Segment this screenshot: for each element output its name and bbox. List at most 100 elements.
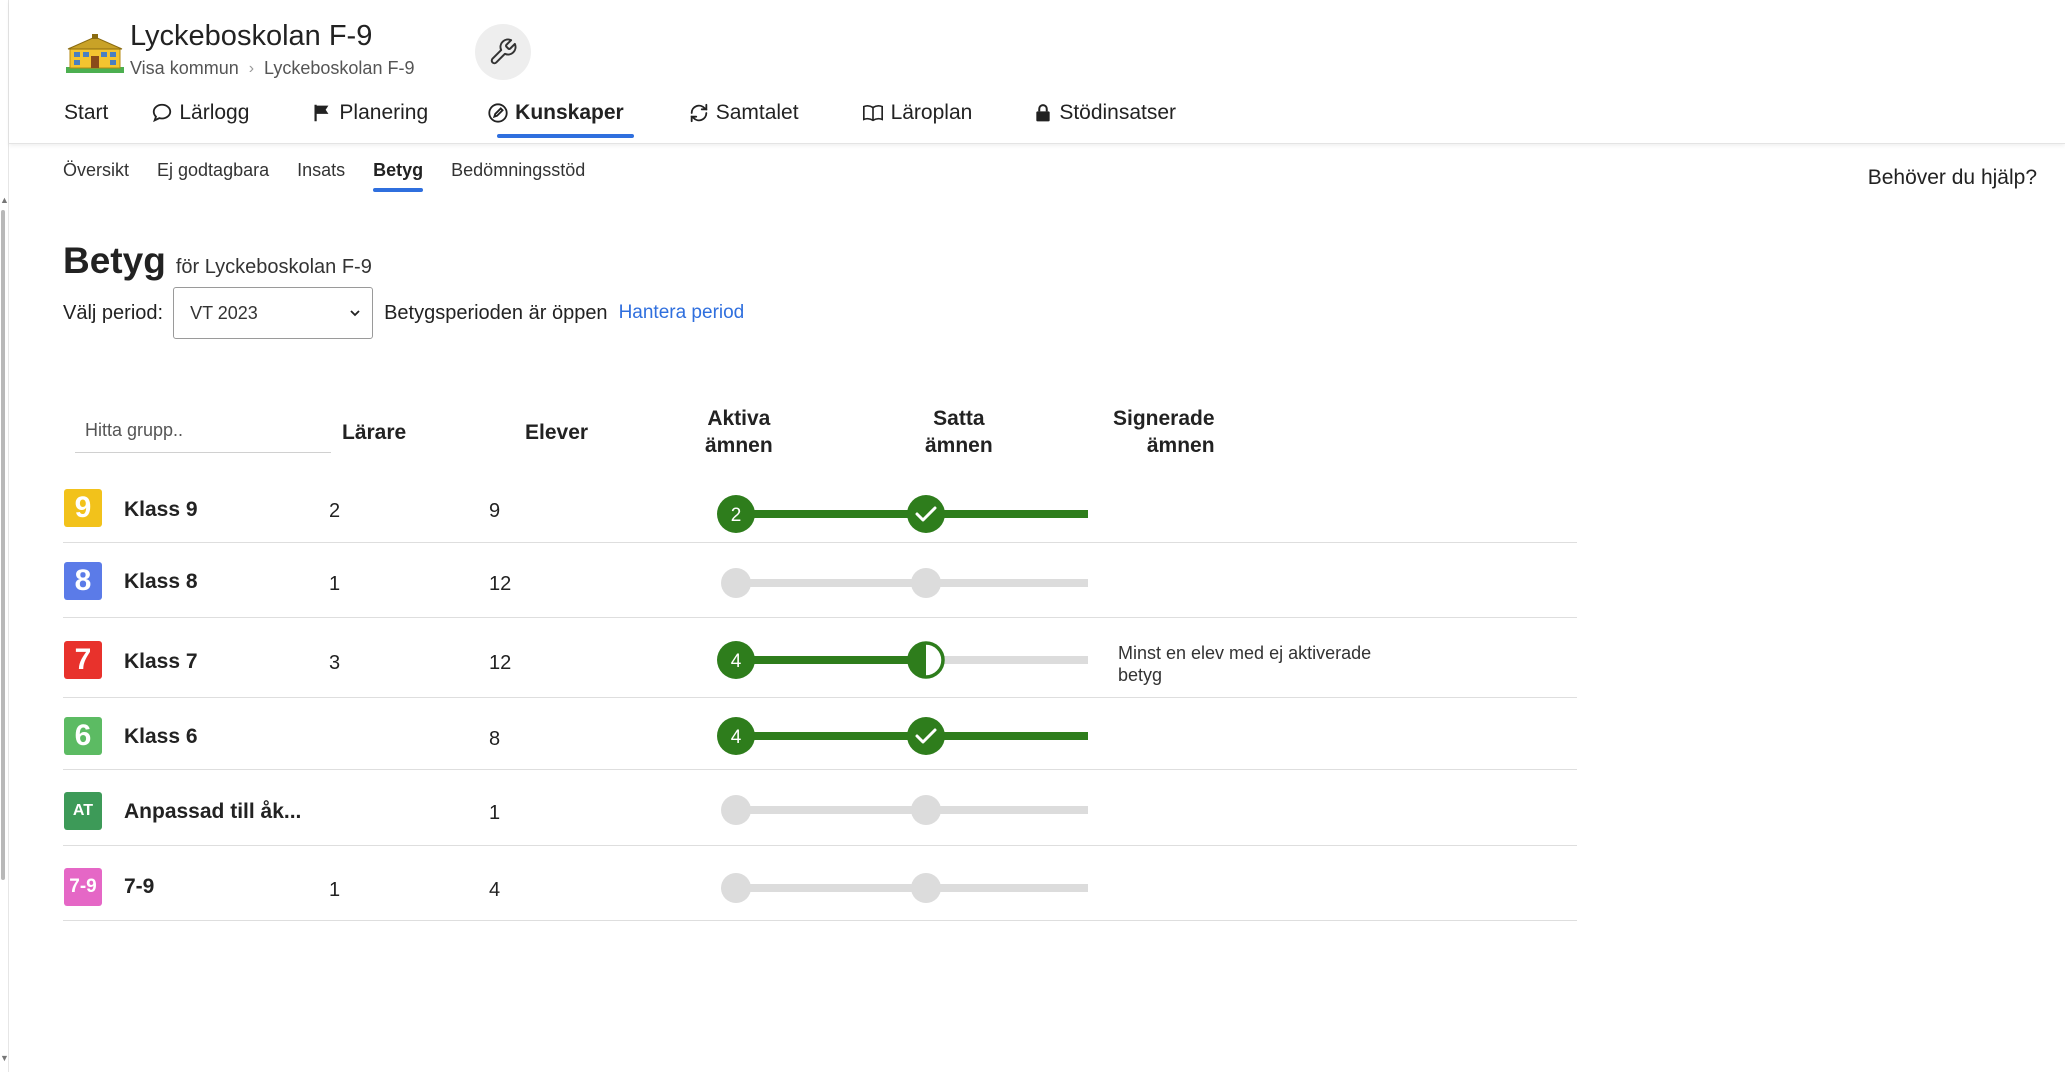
nav-label: Kunskaper — [515, 101, 624, 124]
nav-laroplan[interactable]: Läroplan — [861, 96, 973, 130]
nav-kunskaper[interactable]: Kunskaper — [487, 96, 634, 138]
student-count: 1 — [489, 802, 501, 824]
column-header-line: ämnen — [925, 434, 993, 457]
column-header-line: Aktiva — [707, 407, 771, 430]
group-search-input[interactable] — [85, 419, 331, 441]
pencil-circle-icon — [488, 103, 508, 123]
grading-progress: 2 — [717, 495, 1088, 533]
column-header-line: ämnen — [1146, 434, 1215, 457]
student-count: 12 — [489, 573, 512, 595]
column-header-set-subjects: Satta ämnen — [925, 405, 993, 459]
flag-icon — [314, 104, 329, 122]
subtab-insats[interactable]: Insats — [297, 160, 345, 181]
column-header-active-subjects: Aktiva ämnen — [705, 405, 773, 459]
subtab-betyg[interactable]: Betyg — [373, 160, 424, 192]
group-name[interactable]: Klass 8 — [124, 570, 198, 594]
period-selected-value: VT 2023 — [190, 302, 258, 323]
page-title: Betyg för Lyckeboskolan F-9 — [63, 240, 372, 282]
nav-planering[interactable]: Planering — [311, 96, 428, 130]
table-row[interactable]: 8 Klass 8 1 12 — [63, 543, 1577, 618]
group-search — [75, 408, 331, 453]
group-name[interactable]: Klass 6 — [124, 725, 198, 749]
active-subject-count: 2 — [731, 505, 742, 526]
teacher-count: 1 — [329, 573, 341, 595]
progress-node-empty — [721, 873, 751, 903]
school-title: Lyckeboskolan F-9 — [130, 20, 373, 52]
manage-period-link[interactable]: Hantera period — [619, 302, 745, 324]
grading-progress — [721, 568, 1088, 598]
column-header-line: Signerade — [1113, 407, 1215, 430]
scroll-down-arrow-icon[interactable]: ▼ — [0, 1054, 9, 1063]
nav-label: Lärlogg — [179, 101, 250, 124]
chevron-right-icon: › — [248, 59, 255, 77]
group-name[interactable]: Klass 7 — [124, 650, 198, 674]
open-book-icon — [862, 105, 883, 122]
group-name[interactable]: 7-9 — [124, 875, 154, 899]
nav-label: Läroplan — [890, 101, 973, 124]
page-heading: Betyg — [63, 240, 166, 281]
left-scrollbar[interactable]: ▲ ▼ — [0, 0, 9, 1072]
group-badge: 6 — [64, 717, 102, 755]
breadcrumb: Visa kommun › Lyckeboskolan F-9 — [130, 58, 414, 79]
period-select[interactable]: VT 2023 — [173, 287, 374, 339]
help-link[interactable]: Behöver du hjälp? — [1868, 166, 2037, 190]
scrollbar-thumb[interactable] — [1, 210, 5, 880]
table-row[interactable]: AT Anpassad till åk... 1 — [63, 770, 1577, 846]
speech-bubble-icon — [153, 103, 172, 123]
group-badge: 7 — [64, 641, 102, 679]
table-row[interactable]: 7 Klass 7 3 12 4 Minst en elev med ej ak… — [63, 618, 1577, 698]
teacher-count: 3 — [329, 652, 341, 674]
nav-label: Samtalet — [715, 101, 799, 124]
teacher-count: 2 — [329, 500, 341, 522]
column-header-signed-subjects: Signerade ämnen — [1113, 405, 1215, 459]
student-count: 12 — [489, 652, 512, 674]
scroll-up-arrow-icon[interactable]: ▲ — [0, 196, 9, 205]
chevron-down-icon — [350, 310, 360, 317]
column-header-line: Satta — [933, 407, 985, 430]
student-count: 8 — [489, 728, 501, 750]
nav-label: Stödinsatser — [1059, 101, 1177, 124]
school-building-icon — [66, 34, 124, 73]
nav-samtalet[interactable]: Samtalet — [688, 96, 799, 130]
teacher-count: 1 — [329, 879, 341, 901]
progress-node-empty — [721, 795, 751, 825]
nav-start[interactable]: Start — [64, 96, 108, 130]
progress-node-empty — [911, 568, 941, 598]
nav-label: Planering — [339, 101, 429, 124]
grading-progress — [721, 795, 1088, 825]
progress-node-empty — [911, 873, 941, 903]
nav-stodinsatser[interactable]: Stödinsatser — [1033, 96, 1176, 130]
breadcrumb-school[interactable]: Lyckeboskolan F-9 — [264, 58, 414, 79]
subtab-ej-godtagbara[interactable]: Ej godtagbara — [157, 160, 269, 181]
breadcrumb-municipality[interactable]: Visa kommun — [130, 58, 239, 79]
group-name[interactable]: Klass 9 — [124, 498, 198, 522]
group-badge: 9 — [64, 489, 102, 527]
lock-icon — [1036, 104, 1050, 122]
app-header: Lyckeboskolan F-9 Visa kommun › Lyckebos… — [9, 0, 2065, 144]
progress-node-complete — [907, 717, 945, 755]
status-note: Minst en elev med ej aktiverade betyg — [1118, 643, 1372, 685]
progress-node-empty — [911, 795, 941, 825]
column-header-students: Elever — [525, 421, 589, 444]
group-badge: AT — [64, 792, 102, 830]
table-row[interactable]: 6 Klass 6 8 4 — [63, 698, 1577, 770]
group-table: 9 Klass 9 2 9 2 8 Klass 8 1 12 7 Klass 7… — [63, 477, 1577, 921]
nav-label: Start — [64, 101, 109, 124]
progress-node-complete — [907, 495, 945, 533]
subtab-oversikt[interactable]: Översikt — [63, 160, 129, 181]
group-badge: 8 — [64, 562, 102, 600]
group-name[interactable]: Anpassad till åk... — [124, 800, 301, 824]
column-header-line: ämnen — [705, 434, 773, 457]
nav-larlogg[interactable]: Lärlogg — [151, 96, 249, 130]
table-row[interactable]: 7-9 7-9 1 4 — [63, 846, 1577, 921]
period-row: Välj period: VT 2023 Betygsperioden är ö… — [63, 287, 744, 339]
wrench-icon — [490, 38, 517, 65]
subtab-bedomningsstod[interactable]: Bedömningsstöd — [451, 160, 585, 181]
student-count: 9 — [489, 500, 501, 522]
page-subtitle: för Lyckeboskolan F-9 — [175, 256, 372, 278]
grading-progress — [721, 873, 1088, 903]
main-navigation: Start Lärlogg Planering Kunskaper Samtal… — [64, 96, 1176, 144]
table-row[interactable]: 9 Klass 9 2 9 2 — [63, 477, 1577, 543]
tools-button[interactable] — [475, 24, 531, 80]
progress-node-empty — [721, 568, 751, 598]
